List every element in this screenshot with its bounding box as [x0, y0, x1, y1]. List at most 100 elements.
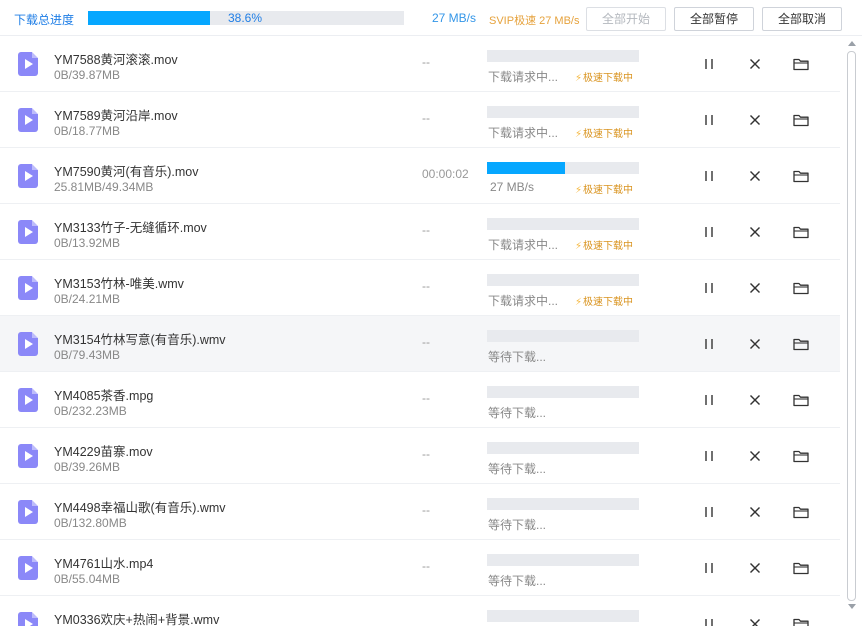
video-file-icon [18, 612, 38, 626]
file-size: 0B/39.87MB [54, 68, 121, 82]
close-icon[interactable] [745, 334, 765, 354]
video-file-icon [18, 220, 38, 244]
file-size: 0B/18.77MB [54, 124, 121, 138]
video-file-icon [18, 276, 38, 300]
pause-icon[interactable] [699, 558, 719, 578]
row-progress-bar [487, 162, 639, 174]
elapsed-time: 00:00:02 [422, 167, 469, 181]
pause-icon[interactable] [699, 334, 719, 354]
pause-icon[interactable] [699, 110, 719, 130]
pause-icon[interactable] [699, 446, 719, 466]
close-icon[interactable] [745, 502, 765, 522]
start-all-button[interactable]: 全部开始 [586, 7, 666, 31]
row-progress-bar [487, 610, 639, 622]
download-row[interactable]: YM4229苗寨.mov 0B/39.26MB -- 等待下载... [0, 428, 840, 484]
elapsed-time: -- [422, 503, 430, 517]
scrollbar[interactable] [842, 36, 862, 626]
total-progress-percent: 38.6% [228, 11, 263, 25]
boost-label: 极速下载中 [583, 297, 634, 308]
download-status: 下载请求中... [488, 70, 559, 84]
pause-icon[interactable] [699, 278, 719, 298]
elapsed-time: -- [422, 559, 430, 573]
close-icon[interactable] [745, 166, 765, 186]
folder-icon[interactable] [791, 446, 811, 466]
download-row[interactable]: YM3154竹林写意(有音乐).wmv 0B/79.43MB -- 等待下载... [0, 316, 840, 372]
folder-icon[interactable] [791, 334, 811, 354]
svip-speed-label: SVIP极速 27 MB/s [489, 15, 580, 27]
boost-label: 极速下载中 [583, 241, 634, 252]
download-row[interactable]: YM0336欢庆+热闹+背景.wmv [0, 596, 840, 626]
row-progress-bar [487, 386, 639, 398]
download-status: 27 MB/s [490, 180, 535, 194]
file-name: YM3133竹子-无缝循环.mov [54, 221, 207, 235]
download-row[interactable]: YM7589黄河沿岸.mov 0B/18.77MB -- 下载请求中... ⚡极速下载中 [0, 92, 840, 148]
download-status: 等待下载... [488, 574, 547, 588]
download-row[interactable]: YM4085茶香.mpg 0B/232.23MB -- 等待下载... [0, 372, 840, 428]
folder-icon[interactable] [791, 278, 811, 298]
file-name: YM4085茶香.mpg [54, 389, 154, 403]
video-file-icon [18, 444, 38, 468]
lightning-icon: ⚡ [575, 297, 583, 308]
folder-icon[interactable] [791, 502, 811, 522]
file-name: YM4498幸福山歌(有音乐).wmv [54, 501, 226, 515]
cancel-all-button[interactable]: 全部取消 [762, 7, 842, 31]
close-icon[interactable] [745, 222, 765, 242]
folder-icon[interactable] [791, 390, 811, 410]
pause-icon[interactable] [699, 502, 719, 522]
video-file-icon [18, 556, 38, 580]
file-name: YM3154竹林写意(有音乐).wmv [54, 333, 226, 347]
download-status: 等待下载... [488, 518, 547, 532]
scroll-up-arrow-icon[interactable] [848, 41, 856, 46]
file-name: YM4229苗寨.mov [54, 445, 153, 459]
elapsed-time: -- [422, 223, 430, 237]
folder-icon[interactable] [791, 558, 811, 578]
close-icon[interactable] [745, 110, 765, 130]
file-size: 25.81MB/49.34MB [54, 180, 154, 194]
video-file-icon [18, 388, 38, 412]
pause-icon[interactable] [699, 54, 719, 74]
file-size: 0B/39.26MB [54, 460, 121, 474]
download-row[interactable]: YM3153竹林-唯美.wmv 0B/24.21MB -- 下载请求中... ⚡极速下载… [0, 260, 840, 316]
download-row[interactable]: YM4761山水.mp4 0B/55.04MB -- 等待下载... [0, 540, 840, 596]
elapsed-time: -- [422, 335, 430, 349]
elapsed-time: -- [422, 279, 430, 293]
folder-icon[interactable] [791, 166, 811, 186]
folder-icon[interactable] [791, 222, 811, 242]
boost-label: 极速下载中 [583, 185, 634, 196]
row-progress-bar [487, 218, 639, 230]
video-file-icon [18, 108, 38, 132]
file-size: 0B/232.23MB [54, 404, 127, 418]
boost-badge: ⚡极速下载中 [575, 181, 633, 196]
file-size: 0B/24.21MB [54, 292, 121, 306]
video-file-icon [18, 332, 38, 356]
scrollbar-thumb[interactable] [847, 51, 856, 601]
pause-all-button[interactable]: 全部暂停 [674, 7, 754, 31]
close-icon[interactable] [745, 278, 765, 298]
folder-icon[interactable] [791, 54, 811, 74]
row-progress-bar [487, 442, 639, 454]
elapsed-time: -- [422, 447, 430, 461]
close-icon[interactable] [745, 558, 765, 578]
elapsed-time: -- [422, 391, 430, 405]
pause-icon[interactable] [699, 614, 719, 626]
download-row[interactable]: YM4498幸福山歌(有音乐).wmv 0B/132.80MB -- 等待下载... [0, 484, 840, 540]
download-row[interactable]: YM7590黄河(有音乐).mov 25.81MB/49.34MB 00:00:02… [0, 148, 840, 204]
file-name: YM4761山水.mp4 [54, 557, 154, 571]
close-icon[interactable] [745, 54, 765, 74]
boost-label: 极速下载中 [583, 73, 634, 84]
file-size: 0B/132.80MB [54, 516, 127, 530]
close-icon[interactable] [745, 390, 765, 410]
pause-icon[interactable] [699, 390, 719, 410]
download-row[interactable]: YM3133竹子-无缝循环.mov 0B/13.92MB -- 下载请求中... ⚡极速… [0, 204, 840, 260]
boost-badge: ⚡极速下载中 [575, 237, 633, 252]
download-row[interactable]: YM7588黄河滚滚.mov 0B/39.87MB -- 下载请求中... ⚡极速下载中 [0, 36, 840, 92]
pause-icon[interactable] [699, 166, 719, 186]
folder-icon[interactable] [791, 614, 811, 626]
download-status: 下载请求中... [488, 126, 559, 140]
scroll-down-arrow-icon[interactable] [848, 604, 856, 609]
pause-icon[interactable] [699, 222, 719, 242]
folder-icon[interactable] [791, 110, 811, 130]
total-speed: 27 MB/s [432, 11, 477, 25]
close-icon[interactable] [745, 446, 765, 466]
close-icon[interactable] [745, 614, 765, 626]
